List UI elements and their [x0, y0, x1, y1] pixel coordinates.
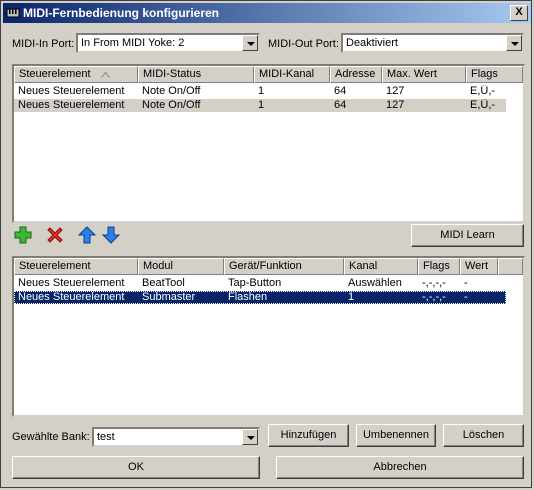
midi-out-select[interactable]: Deaktiviert [341, 33, 524, 53]
midi-out-value: Deaktiviert [346, 37, 398, 49]
table-row[interactable]: Neues Steuerelement Note On/Off 1 64 127… [14, 85, 523, 98]
cell-modul: BeatTool [142, 277, 185, 289]
midi-controls-table[interactable]: Steuerelement MIDI-Status MIDI-Kanal Adr… [12, 64, 525, 223]
add-control-button[interactable] [13, 225, 33, 245]
column-header-steuerelement[interactable]: Steuerelement [14, 66, 138, 83]
column-header-midi-status[interactable]: MIDI-Status [138, 66, 254, 83]
column-header-label: Steuerelement [19, 68, 91, 80]
column-header-kanal[interactable]: Kanal [344, 258, 418, 275]
cell-midi-kanal: 1 [258, 99, 265, 111]
table-row-selected[interactable]: Neues Steuerelement Submaster Flashen 1 … [14, 291, 506, 304]
bank-label: Gewählte Bank: [12, 431, 90, 443]
cell-flags: E,Ü,- [470, 85, 496, 97]
plus-icon [14, 226, 32, 244]
cancel-button[interactable]: Abbrechen [276, 456, 524, 479]
bank-value: test [97, 431, 115, 443]
cell-adresse: 64 [334, 85, 347, 97]
move-down-button[interactable] [101, 225, 121, 245]
column-header-steuerelement[interactable]: Steuerelement [14, 258, 138, 275]
cell-flags: -,-,-,- [422, 277, 446, 289]
midi-in-select[interactable]: In From MIDI Yoke: 2 [76, 33, 260, 53]
cell-max-wert: 127 [386, 99, 405, 111]
add-bank-button[interactable]: Hinzufügen [268, 424, 349, 447]
cell-midi-kanal: 1 [258, 85, 265, 97]
cell-modul: Submaster [142, 291, 196, 303]
cell-kanal: Auswählen [348, 277, 402, 289]
cell-geraet-funktion: Flashen [228, 291, 268, 303]
cell-midi-status: Note On/Off [142, 85, 201, 97]
title-bar[interactable]: MIDI-Fernbedienung konfigurieren X [3, 3, 531, 23]
midi-out-label: MIDI-Out Port: [268, 38, 339, 50]
column-header-max-wert[interactable]: Max. Wert [382, 66, 466, 83]
column-header-midi-kanal[interactable]: MIDI-Kanal [254, 66, 330, 83]
window-title: MIDI-Fernbedienung konfigurieren [23, 6, 220, 20]
cell-adresse: 64 [334, 99, 347, 111]
midi-learn-button[interactable]: MIDI Learn [411, 224, 524, 247]
column-header-geraet-funktion[interactable]: Gerät/Funktion [224, 258, 344, 275]
chevron-down-icon[interactable] [506, 35, 522, 51]
delete-control-button[interactable] [45, 225, 65, 245]
delete-bank-button[interactable]: Löschen [443, 424, 524, 447]
midi-in-value: In From MIDI Yoke: 2 [81, 37, 185, 49]
cell-max-wert: 127 [386, 85, 405, 97]
red-x-icon [47, 227, 63, 243]
column-header-flags[interactable]: Flags [466, 66, 523, 83]
chevron-down-icon[interactable] [242, 429, 258, 445]
column-header-adresse[interactable]: Adresse [330, 66, 382, 83]
column-header-flags[interactable]: Flags [418, 258, 460, 275]
move-up-button[interactable] [77, 225, 97, 245]
midi-in-label: MIDI-In Port: [12, 38, 75, 50]
table-row[interactable]: Neues Steuerelement Note On/Off 1 64 127… [14, 99, 506, 112]
close-button[interactable]: X [510, 5, 528, 21]
cell-flags: -,-,-,- [422, 291, 446, 303]
assignments-table[interactable]: Steuerelement Modul Gerät/Funktion Kanal… [12, 256, 525, 417]
arrow-down-icon [101, 226, 121, 244]
column-header-filler [498, 258, 523, 275]
arrow-up-icon [77, 226, 97, 244]
cell-wert: - [464, 277, 468, 289]
ok-button[interactable]: OK [12, 456, 260, 479]
cell-wert: - [464, 291, 468, 303]
cell-steuerelement: Neues Steuerelement [18, 277, 125, 289]
chevron-down-icon[interactable] [242, 35, 258, 51]
cell-midi-status: Note On/Off [142, 99, 201, 111]
cell-flags: E,Ü,- [470, 99, 496, 111]
column-header-wert[interactable]: Wert [460, 258, 498, 275]
rename-bank-button[interactable]: Umbenennen [356, 424, 436, 447]
bank-select[interactable]: test [92, 427, 260, 447]
column-header-modul[interactable]: Modul [138, 258, 224, 275]
dialog-window: MIDI-Fernbedienung konfigurieren X MIDI-… [0, 0, 532, 488]
cell-geraet-funktion: Tap-Button [228, 277, 282, 289]
cell-steuerelement: Neues Steuerelement [18, 85, 125, 97]
table-row[interactable]: Neues Steuerelement BeatTool Tap-Button … [14, 277, 523, 290]
cell-steuerelement: Neues Steuerelement [18, 291, 125, 303]
midi-app-icon [6, 8, 20, 18]
sort-ascending-icon [101, 72, 110, 78]
cell-kanal: 1 [348, 291, 355, 303]
cell-steuerelement: Neues Steuerelement [18, 99, 125, 111]
